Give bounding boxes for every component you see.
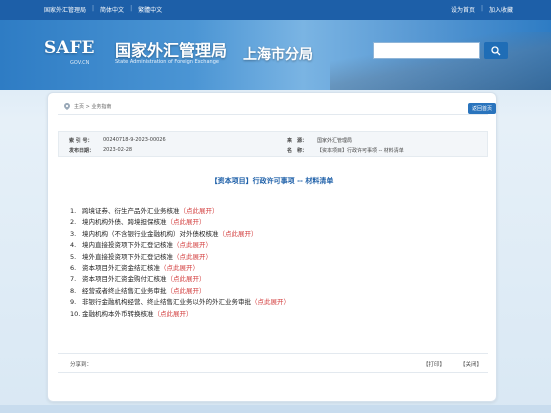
date-value: 2023-02-28 xyxy=(103,147,133,153)
search-input[interactable] xyxy=(373,42,480,59)
divider: | xyxy=(92,5,95,12)
expand-link[interactable]: （点此展开） xyxy=(167,218,206,226)
site-title: 国家外汇管理局 xyxy=(115,41,228,60)
back-home-button[interactable]: 返回首页 xyxy=(468,103,496,114)
link-simplified-chinese[interactable]: 简体中文 xyxy=(100,5,124,14)
search-button[interactable] xyxy=(484,42,508,59)
name-value: 【资本项目】行政许可事项 -- 材料清单 xyxy=(317,148,404,154)
index-label: 索 引 号： xyxy=(69,138,93,144)
link-safe-home[interactable]: 国家外汇管理局 xyxy=(44,5,86,14)
top-bar: 国家外汇管理局 | 简体中文 | 繁體中文 设为首页 | 加入收藏 xyxy=(0,0,551,20)
expand-link[interactable]: （点此展开） xyxy=(173,253,212,261)
expand-link[interactable]: （点此展开） xyxy=(154,310,193,318)
list-item: 10. 金融机构本外币转换核准（点此展开） xyxy=(70,309,193,318)
materials-list: 1. 跨境证券、衍生产品外汇业务核准（点此展开） 2. 境内机构外债、跨境担保核准（… xyxy=(70,206,480,320)
index-value: 00240718-9-2023-00026 xyxy=(103,137,166,143)
content-panel: 主页 > 业务指南 返回首页 索 引 号： 00240718-9-2023-00… xyxy=(47,92,497,402)
site-subtitle: State Administration of Foreign Exchange xyxy=(115,59,219,65)
list-item: 4. 境内直接投资项下外汇登记核准（点此展开） xyxy=(70,241,212,250)
source-label: 来 源： xyxy=(287,138,308,144)
site-header: SAFE GOV.CN 国家外汇管理局 State Administration… xyxy=(0,20,551,90)
share-bar: 分享到： 【打印】 【关闭】 xyxy=(58,353,488,373)
print-button[interactable]: 【打印】 xyxy=(423,360,445,368)
name-label: 名 称： xyxy=(287,148,308,154)
list-item: 3. 境内机构（不含银行业金融机构）对外债权核准（点此展开） xyxy=(70,229,258,238)
list-item: 8. 经营或者终止结售汇业务审批（点此展开） xyxy=(70,286,206,295)
list-item: 5. 境外直接投资项下外汇登记核准（点此展开） xyxy=(70,252,212,261)
branch-name: 上海市分局 xyxy=(243,47,313,63)
date-label: 发布日期： xyxy=(69,148,95,154)
close-button[interactable]: 【关闭】 xyxy=(460,360,482,368)
expand-link[interactable]: （点此展开） xyxy=(219,230,258,238)
location-pin-icon xyxy=(64,103,70,110)
expand-link[interactable]: （点此展开） xyxy=(160,264,199,272)
list-item: 7. 资本项目外汇资金购付汇核准（点此展开） xyxy=(70,275,206,284)
list-item: 1. 跨境证券、衍生产品外汇业务核准（点此展开） xyxy=(70,207,219,215)
divider: | xyxy=(130,5,133,12)
logo-domain: GOV.CN xyxy=(70,60,90,66)
search-icon xyxy=(491,45,501,55)
source-value: 国家外汇管理局 xyxy=(317,138,353,144)
footer-strip xyxy=(0,405,551,413)
link-set-homepage[interactable]: 设为首页 xyxy=(451,5,475,14)
list-item: 6. 资本项目外汇资金结汇核准（点此展开） xyxy=(70,263,199,272)
expand-link[interactable]: （点此展开） xyxy=(251,298,290,306)
expand-link[interactable]: （点此展开） xyxy=(180,207,219,215)
list-item: 9. 非银行金融机构经营、终止结售汇业务以外的外汇业务审批（点此展开） xyxy=(70,298,290,307)
expand-link[interactable]: （点此展开） xyxy=(167,287,206,295)
share-label: 分享到： xyxy=(70,362,93,368)
great-wall-banner xyxy=(330,32,551,90)
link-traditional-chinese[interactable]: 繁體中文 xyxy=(138,5,162,14)
list-item: 2. 境内机构外债、跨境担保核准（点此展开） xyxy=(70,218,206,227)
safe-logo[interactable]: SAFE xyxy=(44,38,95,58)
link-add-favorite[interactable]: 加入收藏 xyxy=(489,5,513,14)
divider: | xyxy=(480,5,483,12)
top-links-left: 国家外汇管理局 | 简体中文 | 繁體中文 xyxy=(44,5,162,14)
expand-link[interactable]: （点此展开） xyxy=(167,275,206,283)
breadcrumb-text[interactable]: 主页 > 业务指南 xyxy=(74,103,111,110)
expand-link[interactable]: （点此展开） xyxy=(173,241,212,249)
document-meta: 索 引 号： 00240718-9-2023-00026 来 源： 国家外汇管理… xyxy=(58,131,488,157)
top-links-right: 设为首页 | 加入收藏 xyxy=(451,5,513,14)
breadcrumb: 主页 > 业务指南 xyxy=(58,99,488,115)
document-title: 【资本项目】行政许可事项 -- 材料清单 xyxy=(210,177,334,185)
